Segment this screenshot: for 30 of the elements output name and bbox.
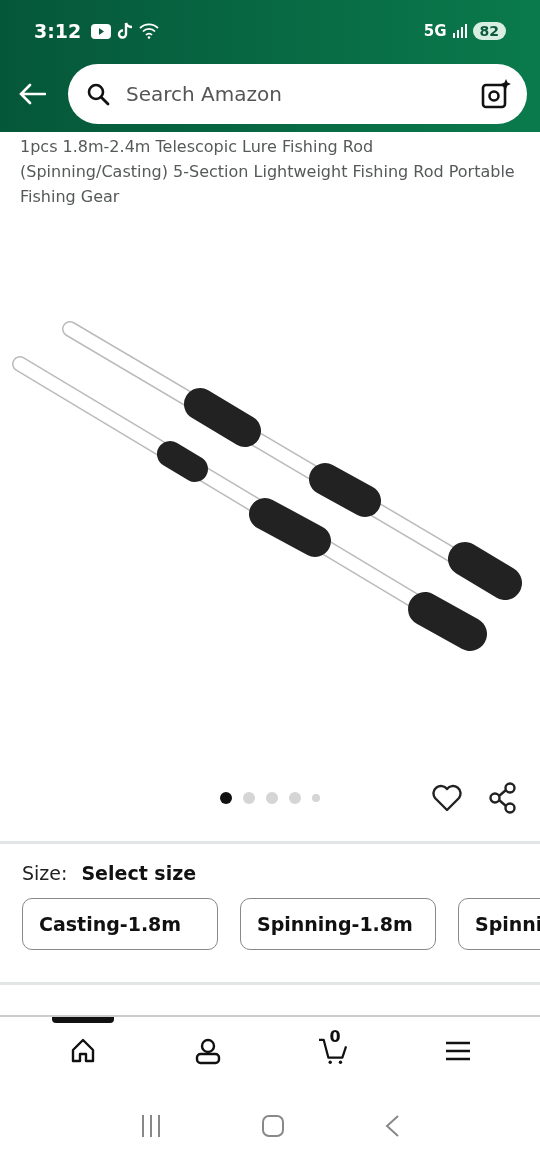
- person-icon[interactable]: [193, 1037, 222, 1065]
- music-note-icon: [117, 22, 134, 40]
- clock-time: 3:12: [34, 20, 82, 42]
- recent-apps-icon[interactable]: [139, 1113, 162, 1138]
- size-option[interactable]: Casting-1.8m: [22, 898, 218, 950]
- back-arrow-icon[interactable]: [18, 83, 46, 105]
- size-label: Size:: [22, 862, 68, 884]
- page-indicator-dot[interactable]: [266, 792, 278, 804]
- signal-icon: [452, 24, 467, 38]
- share-icon[interactable]: [488, 782, 518, 814]
- camera-icon[interactable]: [481, 79, 511, 109]
- battery-level: 82: [472, 22, 506, 40]
- search-input[interactable]: Search Amazon: [124, 81, 467, 107]
- size-option[interactable]: Spinni: [458, 898, 540, 950]
- size-option[interactable]: Spinning-1.8m: [240, 898, 436, 950]
- video-app-icon: [91, 23, 112, 39]
- page-indicator-dot[interactable]: [220, 792, 232, 804]
- product-title: 1pcs 1.8m-2.4m Telescopic Lure Fishing Rod (Spinning/Casting) 5-Section Lightweight Fishing Rod Portable Fishing Gear: [19, 136, 516, 208]
- wifi-icon: [139, 23, 160, 39]
- cart-count: 0: [329, 1027, 341, 1046]
- size-value: Select size: [81, 862, 197, 884]
- home-button-icon[interactable]: [261, 1113, 285, 1138]
- page-indicator-dot[interactable]: [312, 794, 320, 802]
- back-icon[interactable]: [384, 1113, 401, 1138]
- page-indicator-dot[interactable]: [289, 792, 301, 804]
- network-type: 5G: [423, 22, 447, 40]
- search-bar[interactable]: Search Amazon: [68, 64, 527, 124]
- heart-icon[interactable]: [432, 784, 462, 812]
- page-indicator-dot[interactable]: [243, 792, 255, 804]
- search-icon: [86, 82, 110, 106]
